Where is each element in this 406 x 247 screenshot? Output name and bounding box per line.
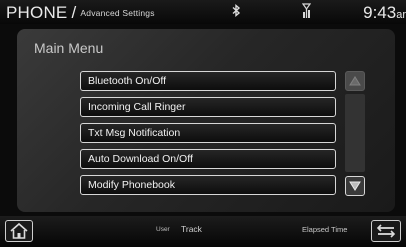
phone-label: PHONE — [6, 3, 68, 22]
back-arrows-icon — [376, 224, 396, 238]
scrollbar[interactable] — [345, 71, 365, 196]
elapsed-time-label: Elapsed Time — [302, 225, 348, 234]
scroll-up-button[interactable] — [345, 71, 365, 91]
track-label: Track — [181, 224, 202, 234]
user-label: User — [156, 226, 170, 233]
home-button[interactable] — [5, 220, 33, 242]
menu-item-bluetooth-on-off[interactable]: Bluetooth On/Off — [80, 71, 336, 91]
screen-title: PHONE / Advanced Settings — [6, 3, 155, 23]
menu-item-modify-phonebook[interactable]: Modify Phonebook — [80, 175, 336, 195]
menu-list: Bluetooth On/Off Incoming Call Ringer Tx… — [80, 71, 336, 201]
arrow-up-icon — [349, 76, 361, 86]
menu-item-incoming-call-ringer[interactable]: Incoming Call Ringer — [80, 97, 336, 117]
back-button[interactable] — [371, 220, 401, 242]
menu-item-txt-msg-notification[interactable]: Txt Msg Notification — [80, 123, 336, 143]
clock-time: 9:43 — [363, 3, 397, 22]
screen-subtitle: Advanced Settings — [80, 8, 155, 18]
page-title: Main Menu — [34, 40, 104, 56]
scroll-down-button[interactable] — [345, 176, 365, 196]
home-icon — [10, 222, 28, 239]
arrow-down-icon — [349, 181, 361, 191]
menu-item-auto-download-on-off[interactable]: Auto Download On/Off — [80, 149, 336, 169]
bluetooth-icon — [232, 4, 241, 20]
status-bar: PHONE / Advanced Settings 9:43ar — [0, 0, 406, 24]
bottom-bar: User Track Elapsed Time — [0, 216, 406, 247]
scroll-track[interactable] — [345, 94, 365, 172]
signal-icon — [301, 3, 312, 24]
clock-suffix: ar — [396, 9, 406, 21]
title-separator: / — [71, 3, 77, 22]
clock: 9:43ar — [363, 3, 406, 23]
